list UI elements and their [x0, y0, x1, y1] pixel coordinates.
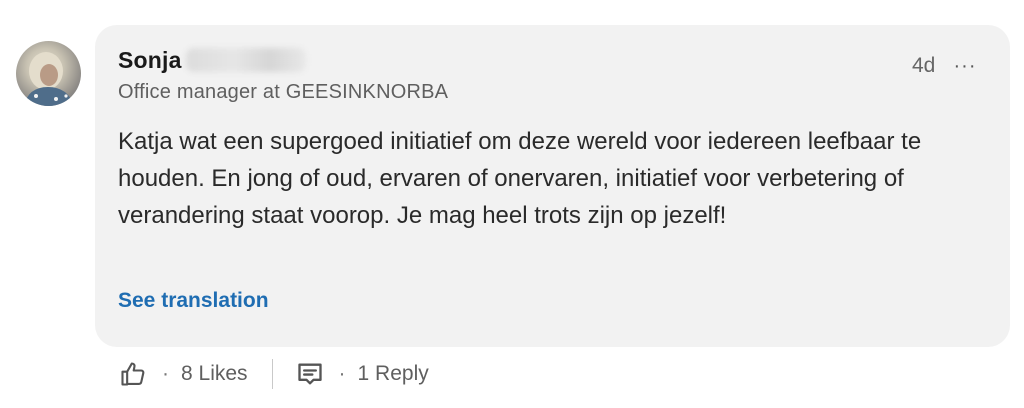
reply-button[interactable] [295, 359, 325, 389]
author-headline: Office manager at GEESINKNORBA [118, 81, 449, 103]
author-row: Sonja [118, 44, 306, 76]
comment-body: Katja wat een supergoed initiatief om de… [118, 128, 922, 229]
more-options-button[interactable]: ··· [948, 52, 982, 80]
see-translation-link[interactable]: See translation [118, 289, 269, 313]
comment-timestamp: 4d [912, 54, 936, 77]
action-divider [271, 359, 273, 389]
author-name-blurred [185, 48, 306, 72]
separator-dot: · [162, 362, 169, 385]
avatar[interactable] [16, 41, 81, 106]
like-button[interactable] [118, 359, 148, 389]
thumbs-up-icon [121, 362, 145, 386]
separator-dot: · [338, 362, 346, 385]
reply-count[interactable]: 1 Reply [358, 362, 429, 386]
reply-icon [297, 363, 322, 385]
comment-actions: · 8 Likes · 1 Reply [118, 356, 429, 392]
comment: Sonja Office manager at GEESINKNORBA 4d … [0, 0, 1024, 408]
ellipsis-icon: ··· [953, 54, 977, 77]
avatar-image [24, 52, 74, 106]
author-name[interactable]: Sonja [118, 47, 182, 74]
likes-count[interactable]: 8 Likes [181, 362, 248, 386]
